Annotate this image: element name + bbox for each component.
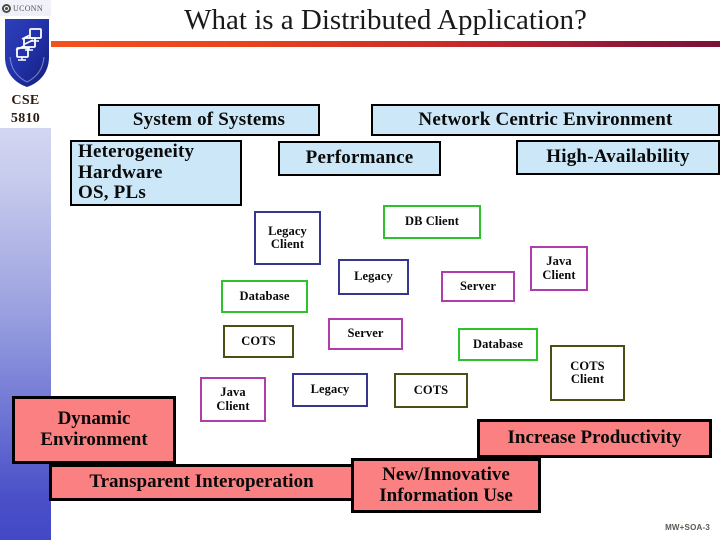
database-1-box: Database	[221, 280, 308, 313]
server-2-label: Server	[347, 326, 384, 341]
db-client-1-label: DB Client	[404, 214, 460, 229]
high-availability-label: High-Availability	[546, 146, 690, 168]
dynamic-environment-label: Dynamic Environment	[40, 408, 148, 450]
database-1-label: Database	[239, 288, 290, 303]
cots-client-1-label: COTS Client	[570, 358, 605, 386]
legacy-2-box: Legacy	[292, 373, 368, 407]
db-client-1-box: DB Client	[383, 205, 481, 239]
database-2-label: Database	[472, 336, 524, 351]
server-1-box: Server	[441, 271, 515, 302]
legacy-1-label: Legacy	[354, 269, 393, 284]
java-client-1-label: Java Client	[542, 254, 576, 282]
heterogeneity-box: Heterogeneity Hardware OS, PLs	[70, 140, 242, 206]
system-of-systems-label: System of Systems	[132, 108, 286, 130]
increase-productivity-label: Increase Productivity	[507, 427, 682, 449]
cots-2-box: COTS	[394, 373, 468, 408]
performance-box: Performance	[278, 141, 441, 176]
network-shield-icon	[5, 19, 49, 87]
cots-client-1-box: COTS Client	[550, 345, 625, 401]
performance-label: Performance	[305, 147, 414, 169]
legacy-2-label: Legacy	[310, 382, 350, 397]
dynamic-environment-box: Dynamic Environment	[12, 396, 176, 464]
page-title: What is a Distributed Application?	[184, 4, 587, 36]
cots-2-label: COTS	[413, 382, 449, 397]
uconn-wordmark-label: UCONN	[13, 3, 43, 13]
legacy-1-box: Legacy	[338, 259, 409, 295]
increase-productivity-box: Increase Productivity	[477, 419, 712, 458]
slide-footer: MW+SOA-3	[665, 523, 710, 532]
slide-canvas: UCONN CSE 5810 What is a Distributed App…	[0, 0, 720, 540]
uconn-seal-icon	[2, 3, 11, 13]
legacy-client-1-label: Legacy Client	[268, 223, 307, 251]
course-code-line1: CSE	[11, 93, 40, 108]
title-divider	[51, 41, 720, 47]
uconn-wordmark: UCONN	[2, 1, 51, 15]
java-client-1-box: Java Client	[530, 246, 588, 291]
server-2-box: Server	[328, 318, 403, 350]
course-code-label: CSE 5810	[0, 92, 51, 128]
java-client-2-label: Java Client	[216, 385, 250, 413]
transparent-interoperation-label: Transparent Interoperation	[89, 471, 314, 493]
course-code-line2: 5810	[10, 111, 41, 126]
cots-1-box: COTS	[223, 325, 294, 358]
new-innovative-info-use-box: New/Innovative Information Use	[351, 458, 541, 513]
transparent-interoperation-box: Transparent Interoperation	[49, 464, 354, 501]
high-availability-box: High-Availability	[516, 140, 720, 175]
network-centric-environment-box: Network Centric Environment	[371, 104, 720, 136]
heterogeneity-label: Heterogeneity Hardware OS, PLs	[78, 141, 195, 204]
server-1-label: Server	[460, 278, 496, 293]
network-centric-environment-label: Network Centric Environment	[418, 108, 673, 130]
cots-1-label: COTS	[241, 333, 276, 348]
legacy-client-1-box: Legacy Client	[254, 211, 321, 265]
system-of-systems-box: System of Systems	[98, 104, 320, 136]
java-client-2-box: Java Client	[200, 377, 266, 422]
database-2-box: Database	[458, 328, 538, 361]
new-innovative-info-use-label: New/Innovative Information Use	[379, 463, 513, 506]
